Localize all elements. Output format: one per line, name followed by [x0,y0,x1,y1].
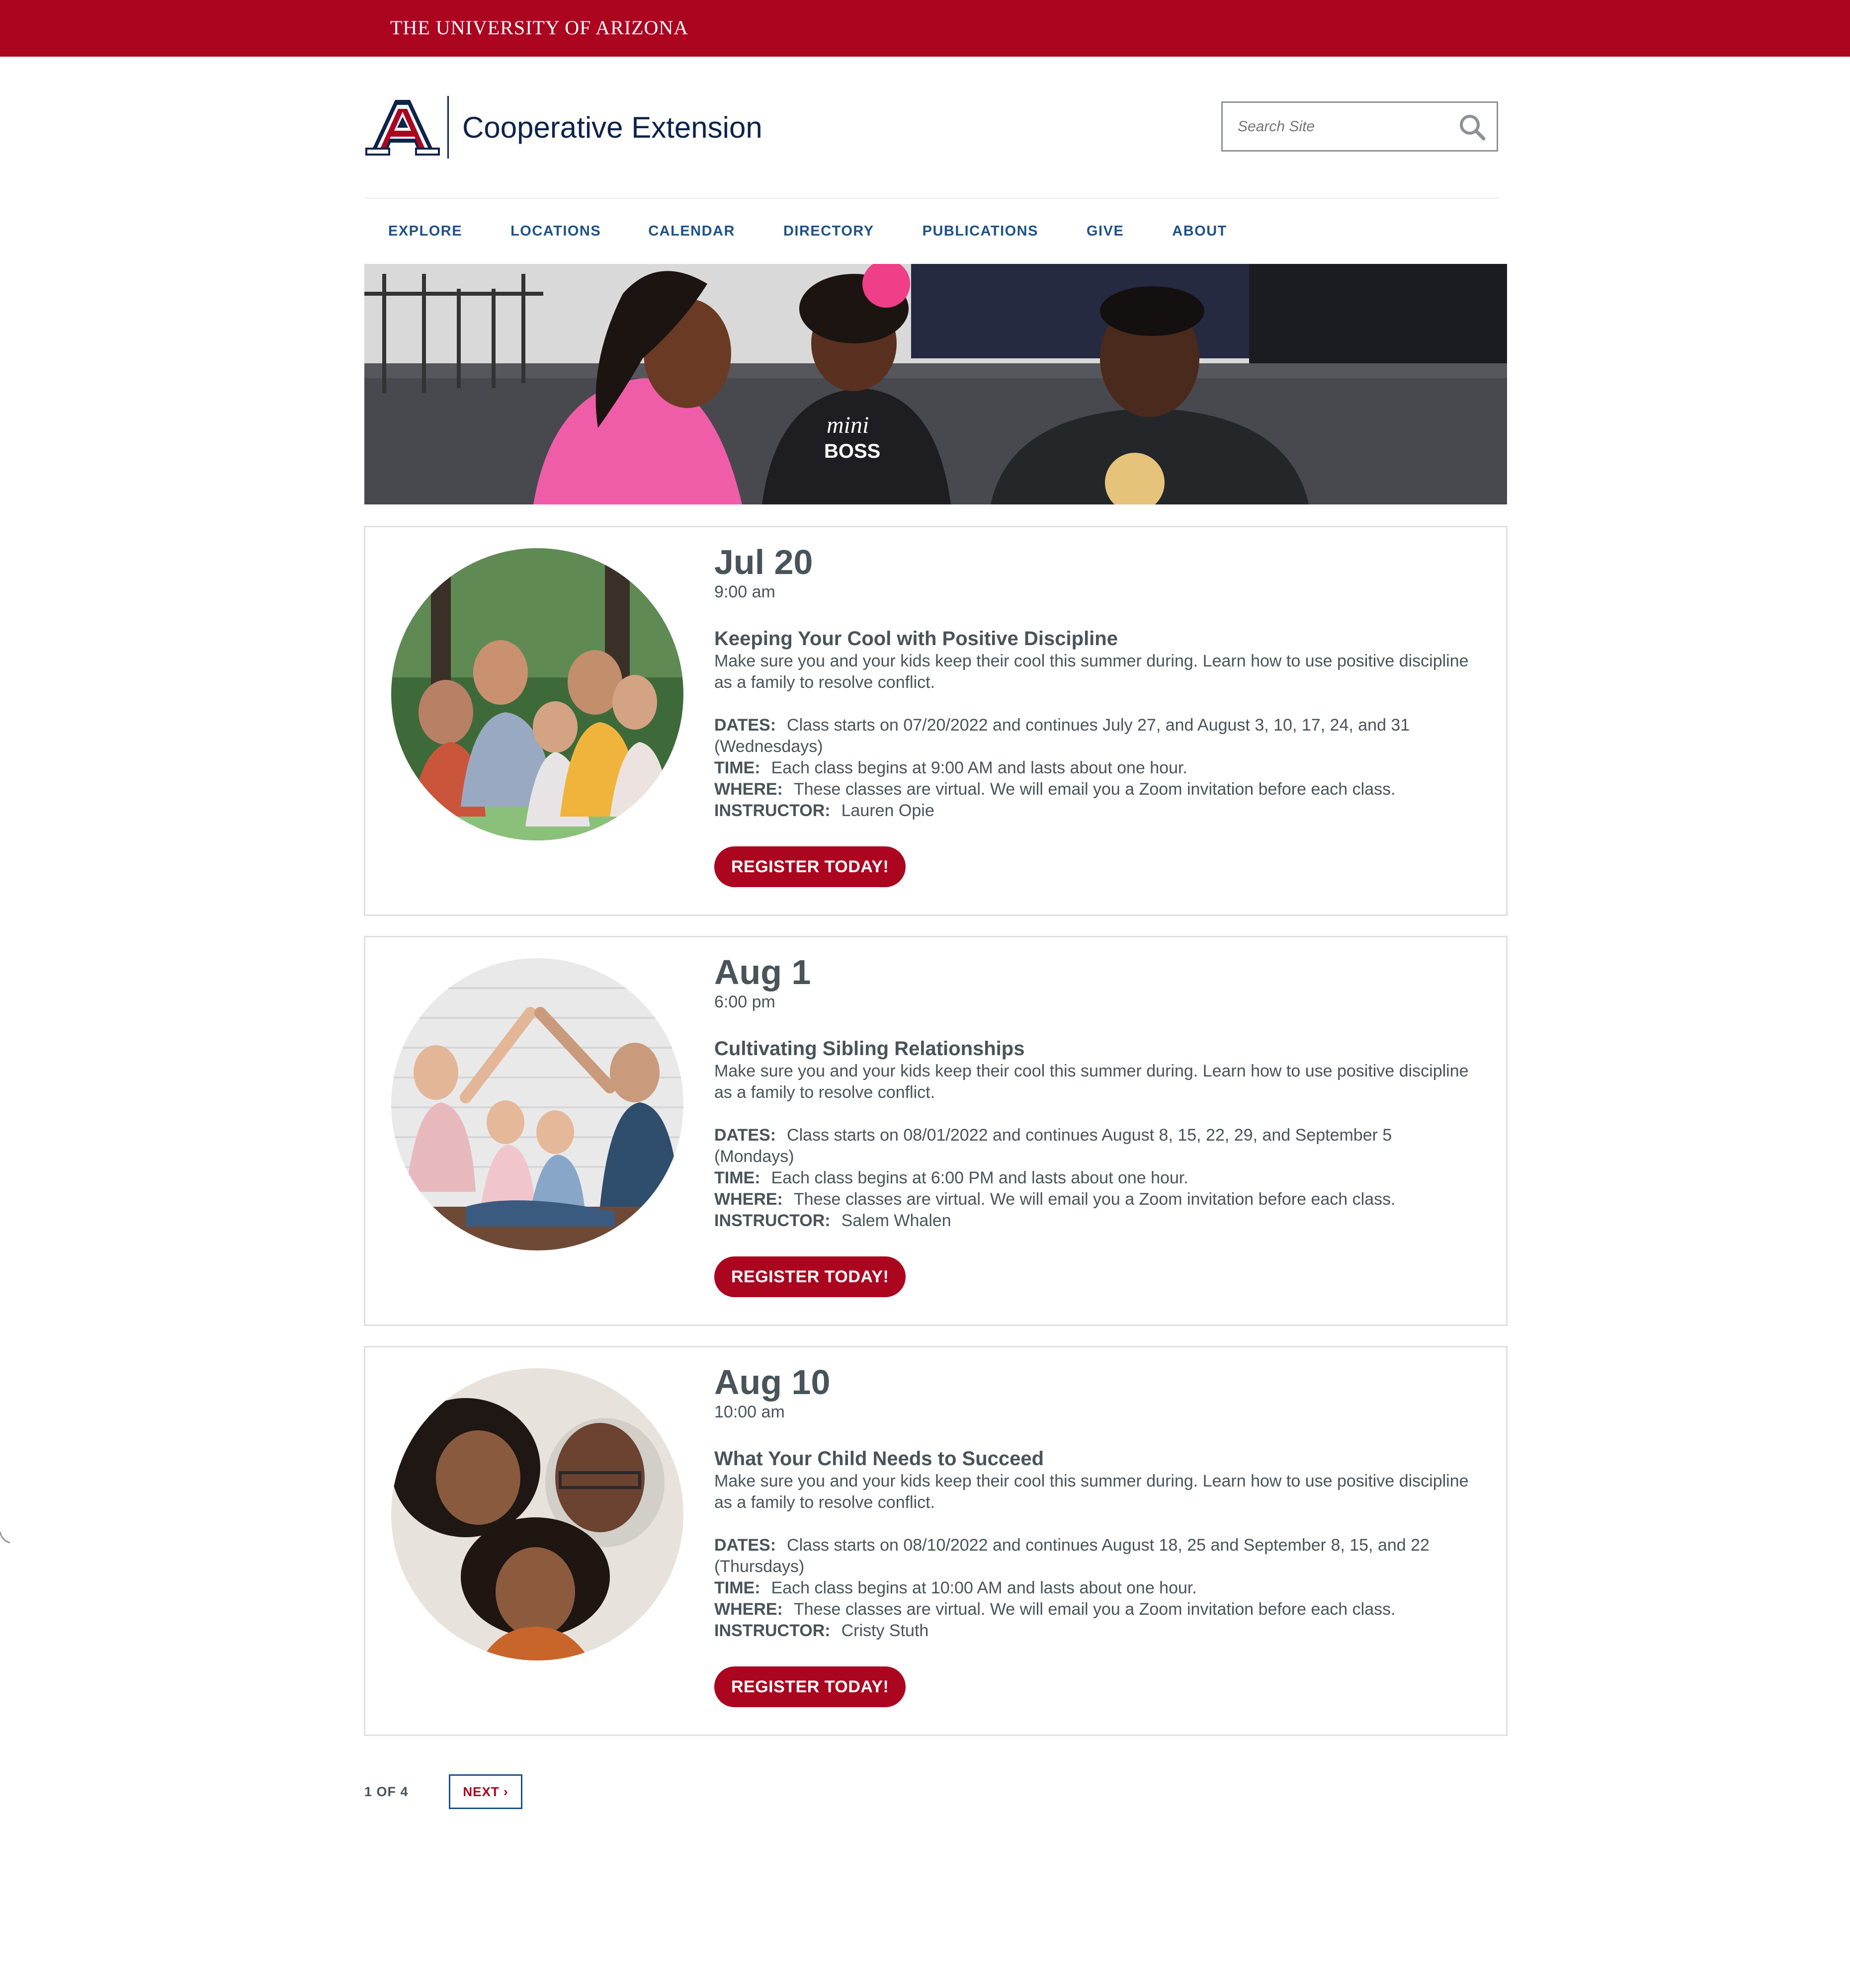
register-button[interactable]: REGISTER TODAY! [714,846,906,887]
where-value: These classes are virtual. We will email… [793,780,1396,799]
dates-label: DATES: [714,1126,776,1145]
university-topbar: The University of Arizona [0,0,1850,57]
event-instructor-row: INSTRUCTOR: Salem Whalen [714,1210,1470,1232]
site-search [1221,101,1498,152]
time-value: Each class begins at 6:00 PM and lasts a… [771,1168,1188,1187]
where-value: These classes are virtual. We will email… [793,1600,1396,1619]
site-logo[interactable]: Cooperative Extension [365,96,762,159]
event-description: Make sure you and your kids keep their c… [714,1472,1469,1512]
dates-label: DATES: [714,716,776,735]
event-details: DATES: Class starts on 08/10/2022 and con… [714,1535,1470,1642]
dates-value: Class starts on 08/10/2022 and continues… [714,1536,1430,1576]
instructor-value: Lauren Opie [841,801,934,820]
register-button[interactable]: REGISTER TODAY! [714,1256,906,1297]
event-details: DATES: Class starts on 07/20/2022 and con… [714,715,1470,822]
shirt-text-mini: mini [827,412,869,438]
instructor-label: INSTRUCTOR: [714,1621,831,1640]
main-navigation: EXPLORE LOCATIONS CALENDAR DIRECTORY PUB… [365,214,1227,248]
event-dates-row: DATES: Class starts on 08/01/2022 and con… [714,1125,1470,1167]
event-title[interactable]: Cultivating Sibling Relationships [714,1037,1485,1061]
event-dates-row: DATES: Class starts on 08/10/2022 and con… [714,1535,1470,1577]
event-description: Make sure you and your kids keep their c… [714,652,1469,692]
instructor-label: INSTRUCTOR: [714,801,831,820]
nav-calendar[interactable]: CALENDAR [648,223,735,240]
nav-directory[interactable]: DIRECTORY [783,223,874,240]
university-wordmark[interactable]: The University of Arizona [390,16,688,39]
pagination-status: 1 OF 4 [364,1784,409,1799]
event-card-3: Aug 10 10:00 am What Your Child Needs to… [364,1346,1508,1736]
logo-divider [447,96,449,159]
event-time: 10:00 am [714,1403,785,1421]
event-photo-family-brick-wall [391,958,683,1250]
event-title[interactable]: Keeping Your Cool with Positive Discipli… [714,627,1485,651]
time-label: TIME: [714,1168,760,1187]
event-card-1: Jul 20 9:00 am Keeping Your Cool with Po… [364,526,1508,916]
event-time: 9:00 am [714,582,775,601]
search-input[interactable] [1238,103,1456,150]
event-photo-family-lying [391,1368,683,1660]
shirt-text-boss: BOSS [824,440,880,462]
event-content: Jul 20 9:00 am Keeping Your Cool with Po… [714,542,1485,887]
event-where-row: WHERE: These classes are virtual. We will… [714,1599,1470,1620]
event-instructor-row: INSTRUCTOR: Lauren Opie [714,800,1470,822]
event-dates-row: DATES: Class starts on 07/20/2022 and con… [714,715,1470,757]
event-photo-illustration [391,548,683,840]
where-label: WHERE: [714,780,783,799]
time-label: TIME: [714,1578,760,1597]
nav-give[interactable]: GIVE [1087,223,1124,240]
event-details: DATES: Class starts on 08/01/2022 and con… [714,1125,1470,1232]
event-time: 6:00 pm [714,993,775,1011]
where-value: These classes are virtual. We will email… [793,1190,1396,1209]
event-time-row: TIME: Each class begins at 9:00 AM and la… [714,757,1470,779]
event-date: Jul 20 [714,543,813,581]
register-button[interactable]: REGISTER TODAY! [714,1666,906,1707]
event-title[interactable]: What Your Child Needs to Succeed [714,1447,1485,1471]
dates-label: DATES: [714,1536,776,1555]
event-where-row: WHERE: These classes are virtual. We will… [714,1189,1470,1210]
event-time-row: TIME: Each class begins at 10:00 AM and l… [714,1577,1470,1599]
university-a-logo-icon [365,100,440,156]
event-instructor-row: INSTRUCTOR: Cristy Stuth [714,1620,1470,1642]
where-label: WHERE: [714,1600,783,1619]
site-name[interactable]: Cooperative Extension [462,110,762,145]
nav-locations[interactable]: LOCATIONS [510,223,601,240]
instructor-label: INSTRUCTOR: [714,1211,831,1230]
event-date: Aug 10 [714,1363,831,1402]
event-content: Aug 10 10:00 am What Your Child Needs to… [714,1362,1485,1707]
nav-explore[interactable]: EXPLORE [388,223,462,240]
dates-value: Class starts on 07/20/2022 and continues… [714,716,1410,756]
event-date: Aug 1 [714,953,811,992]
hero-family-photo: mini BOSS [364,264,1507,504]
next-page-button[interactable]: NEXT › [449,1774,522,1809]
instructor-value: Cristy Stuth [841,1621,929,1640]
event-where-row: WHERE: These classes are virtual. We will… [714,779,1470,800]
dates-value: Class starts on 08/01/2022 and continues… [714,1126,1392,1166]
event-content: Aug 1 6:00 pm Cultivating Sibling Relati… [714,952,1485,1297]
nav-about[interactable]: ABOUT [1172,223,1227,240]
event-description: Make sure you and your kids keep their c… [714,1062,1469,1102]
instructor-value: Salem Whalen [841,1211,951,1230]
page-edge-mark-icon [0,1532,10,1544]
time-value: Each class begins at 9:00 AM and lasts a… [771,758,1187,777]
nav-publications[interactable]: PUBLICATIONS [923,223,1038,240]
time-label: TIME: [714,758,760,777]
event-photo-family-park [391,548,683,840]
event-photo-illustration [391,958,683,1250]
search-icon[interactable] [1459,114,1486,141]
event-card-2: Aug 1 6:00 pm Cultivating Sibling Relati… [364,936,1508,1326]
time-value: Each class begins at 10:00 AM and lasts … [771,1578,1197,1597]
hero-illustration: mini BOSS [364,264,1507,504]
event-time-row: TIME: Each class begins at 6:00 PM and la… [714,1167,1470,1189]
where-label: WHERE: [714,1190,783,1209]
event-photo-illustration [391,1368,683,1660]
header-divider [365,198,1499,199]
